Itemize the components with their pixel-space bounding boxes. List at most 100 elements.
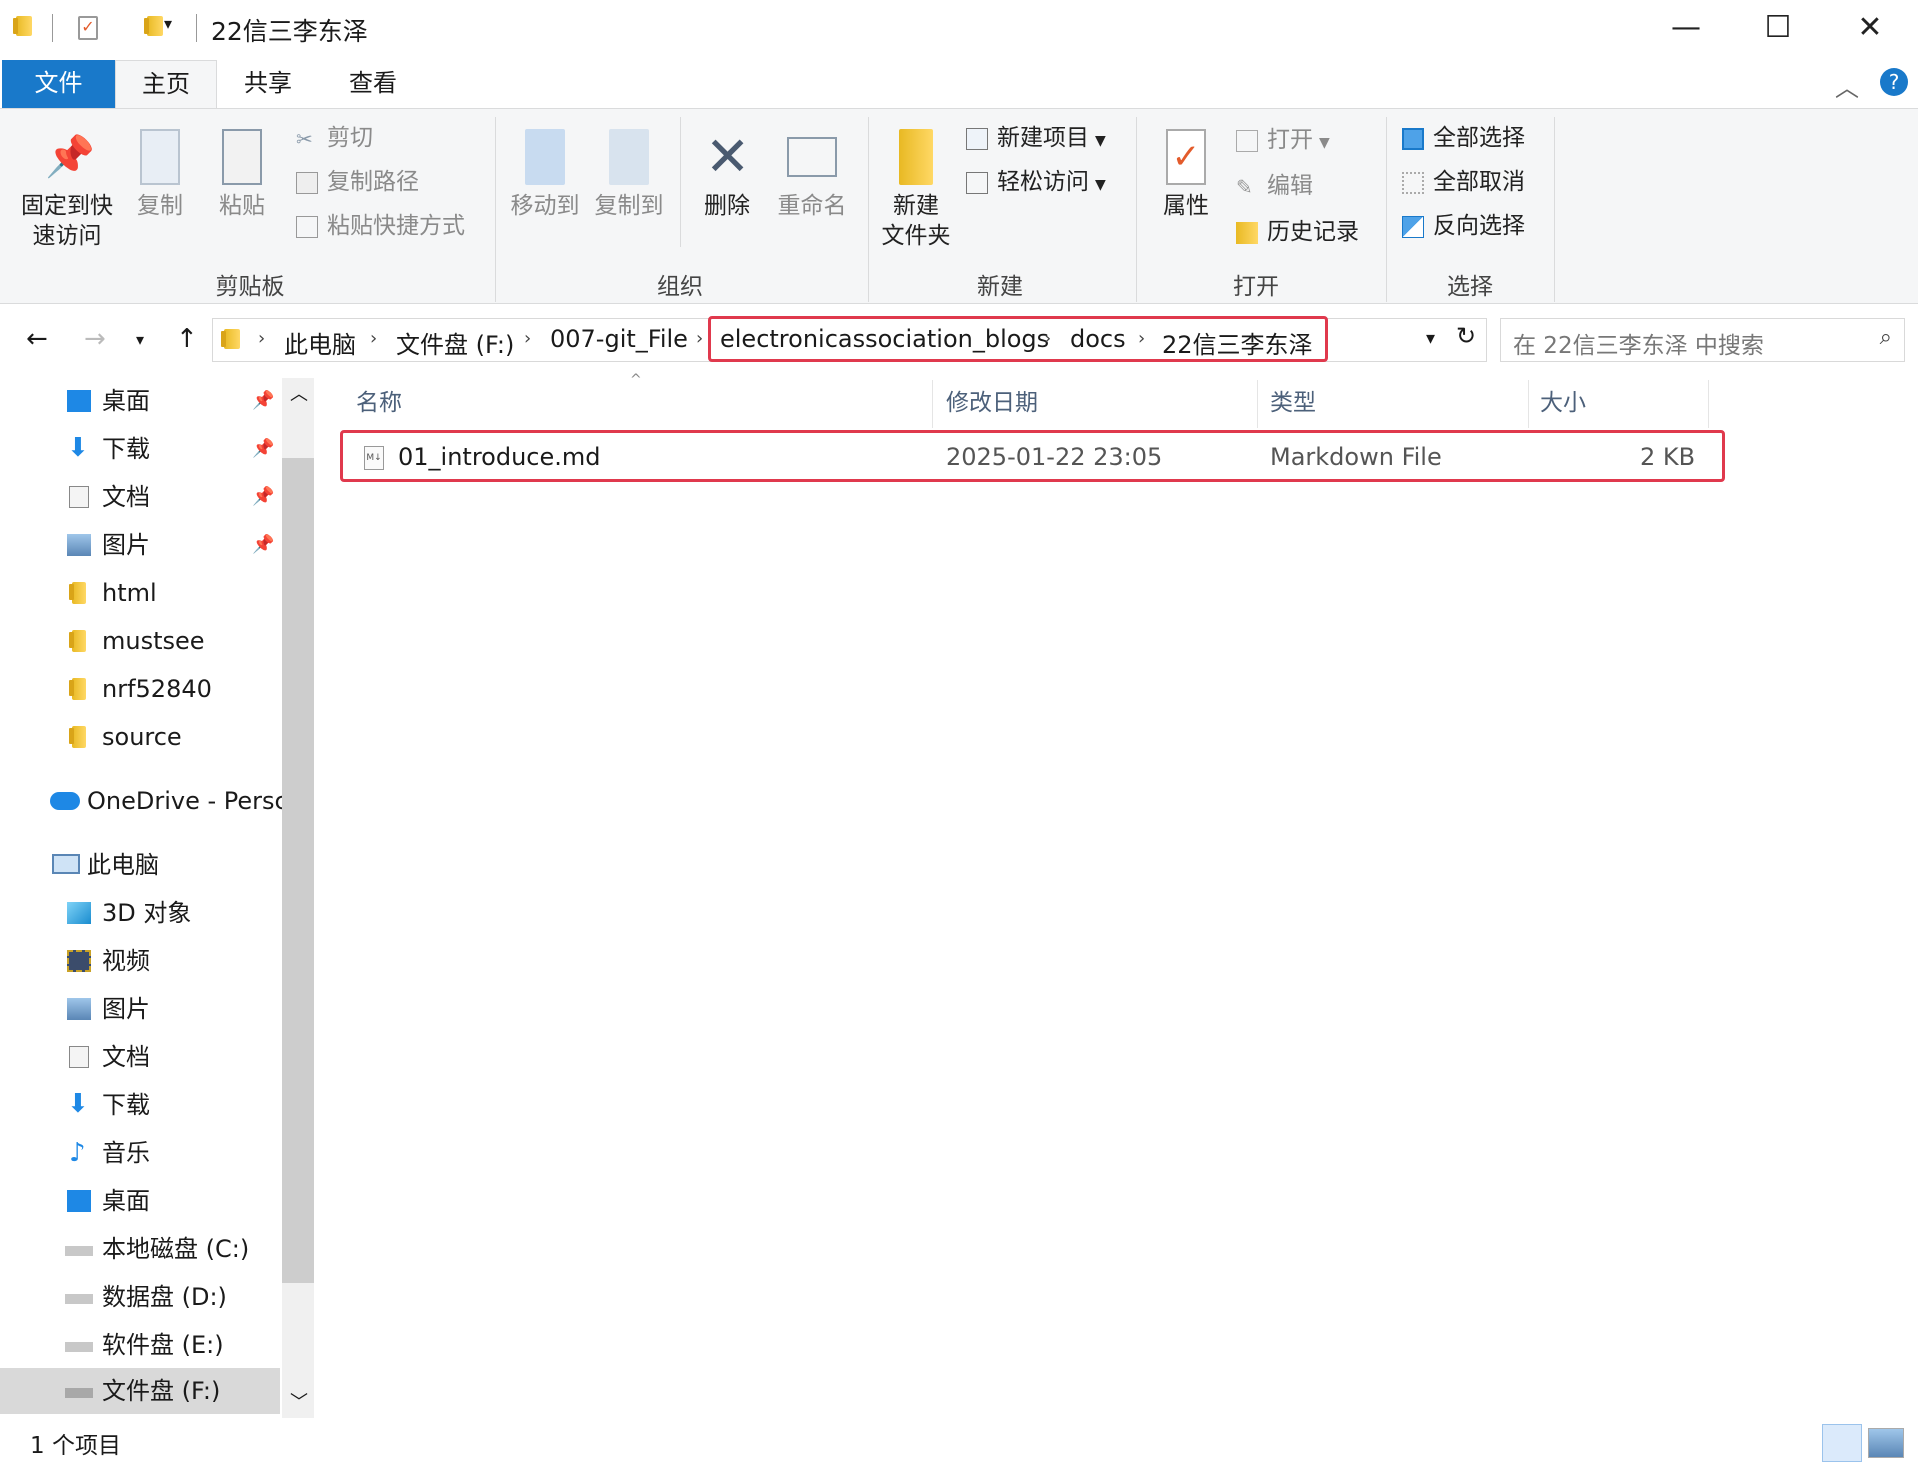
up-arrow-icon[interactable]: ↑ <box>176 324 198 354</box>
chevron-right-icon[interactable]: › <box>1138 328 1145 349</box>
pin-icon[interactable]: 📌 <box>252 378 274 424</box>
dropdown-arrow-icon: ▼ <box>1095 177 1106 193</box>
nav-item-this-pc[interactable]: 此电脑 <box>0 842 280 888</box>
chevron-right-icon[interactable]: › <box>370 328 377 349</box>
nav-scrollbar-thumb[interactable] <box>282 458 314 1283</box>
nav-item-mustsee[interactable]: mustsee <box>0 618 280 664</box>
help-icon[interactable]: ? <box>1880 68 1908 96</box>
nav-item-music[interactable]: ♪ 音乐 <box>0 1130 280 1176</box>
copy-path-button[interactable]: 复制路径 <box>296 165 419 199</box>
new-folder-button[interactable]: 新建 文件夹 <box>876 129 956 251</box>
column-divider[interactable] <box>1708 380 1709 428</box>
refresh-icon[interactable]: ↻ <box>1456 322 1476 350</box>
copy-to-label: 复制到 <box>594 193 664 219</box>
folder-icon <box>221 329 240 349</box>
nav-item-desktop[interactable]: 桌面 📌 <box>0 378 280 424</box>
open-button[interactable]: 打开 ▼ <box>1236 123 1330 157</box>
column-header-date[interactable]: 修改日期 <box>946 380 1038 428</box>
column-divider[interactable] <box>1257 380 1258 428</box>
maximize-button[interactable]: ☐ <box>1732 0 1824 58</box>
recent-locations-chevron-icon[interactable]: ▾ <box>136 330 144 349</box>
nav-item-html[interactable]: html <box>0 570 280 616</box>
move-to-button[interactable]: 移动到 <box>505 129 585 221</box>
tab-file[interactable]: 文件 <box>2 60 115 108</box>
nav-item-pictures[interactable]: 图片 📌 <box>0 522 280 568</box>
nav-item-downloads-pc[interactable]: ⬇ 下载 <box>0 1082 280 1128</box>
tab-home[interactable]: 主页 <box>115 60 217 108</box>
edit-button[interactable]: ✎ 编辑 <box>1236 169 1313 203</box>
minimize-button[interactable]: — <box>1640 0 1732 58</box>
tab-share[interactable]: 共享 <box>228 60 308 108</box>
chevron-right-icon[interactable]: › <box>1044 328 1051 349</box>
customize-toolbar-icon[interactable]: ▾ <box>164 14 172 33</box>
nav-item-drive-e[interactable]: 软件盘 (E:) <box>0 1322 280 1368</box>
new-folder-quick-icon[interactable] <box>144 16 164 36</box>
large-icons-view-icon[interactable] <box>1868 1428 1904 1458</box>
nav-item-onedrive[interactable]: OneDrive - Persc <box>0 778 288 824</box>
chevron-right-icon[interactable]: › <box>258 328 265 349</box>
breadcrumb-blogs[interactable]: electronicassociation_blogs <box>720 325 1049 353</box>
column-divider[interactable] <box>932 380 933 428</box>
search-input[interactable]: 在 22信三李东泽 中搜索 ⌕ <box>1500 318 1905 362</box>
nav-item-downloads[interactable]: ⬇ 下载 📌 <box>0 426 280 472</box>
collapse-ribbon-icon[interactable]: ︿ <box>1835 68 1859 103</box>
column-header-size[interactable]: 大小 <box>1540 380 1586 428</box>
properties-button[interactable]: ✓ 属性 <box>1146 129 1226 221</box>
file-name[interactable]: 01_introduce.md <box>398 443 601 471</box>
music-note-icon: ♪ <box>69 1138 86 1168</box>
invert-selection-button[interactable]: 反向选择 <box>1402 209 1525 243</box>
nav-item-pictures-pc[interactable]: 图片 <box>0 986 280 1032</box>
properties-quick-icon[interactable]: ✓ <box>78 16 98 40</box>
copy-label: 复制 <box>137 193 183 219</box>
nav-label: 视频 <box>102 947 150 975</box>
nav-item-drive-d[interactable]: 数据盘 (D:) <box>0 1274 280 1320</box>
column-divider[interactable] <box>1528 380 1529 428</box>
nav-item-drive-f[interactable]: 文件盘 (F:) <box>0 1368 280 1414</box>
rename-button[interactable]: 重命名 <box>770 129 854 221</box>
pin-quick-access-button[interactable]: 📌 固定到快 速访问 <box>12 129 122 251</box>
paste-button[interactable]: 粘贴 <box>210 129 274 221</box>
download-arrow-icon: ⬇ <box>67 1089 89 1119</box>
select-all-button[interactable]: 全部选择 <box>1402 121 1525 155</box>
nav-item-nrf52840[interactable]: nrf52840 <box>0 666 280 712</box>
column-header-name[interactable]: 名称 <box>356 380 402 428</box>
address-dropdown-icon[interactable]: ▾ <box>1426 328 1435 349</box>
delete-button[interactable]: ✕ 删除 <box>690 129 764 221</box>
copy-button[interactable]: 复制 <box>128 129 192 221</box>
breadcrumb-this-pc[interactable]: 此电脑 <box>284 325 356 360</box>
nav-item-source[interactable]: source <box>0 714 280 760</box>
tab-view[interactable]: 查看 <box>333 60 413 108</box>
nav-item-documents-pc[interactable]: 文档 <box>0 1034 280 1080</box>
scroll-down-icon[interactable]: ﹀ <box>290 1388 308 1414</box>
chevron-right-icon[interactable]: › <box>696 328 703 349</box>
nav-item-documents[interactable]: 文档 📌 <box>0 474 280 520</box>
forward-arrow-icon[interactable]: → <box>84 324 106 354</box>
history-button[interactable]: 历史记录 <box>1236 215 1359 249</box>
breadcrumb-docs[interactable]: docs <box>1070 325 1126 353</box>
chevron-right-icon[interactable]: › <box>524 328 531 349</box>
pin-icon[interactable]: 📌 <box>252 426 274 472</box>
scroll-up-icon[interactable]: ︿ <box>290 380 308 406</box>
nav-item-3d-objects[interactable]: 3D 对象 <box>0 890 280 936</box>
column-header-type[interactable]: 类型 <box>1270 380 1316 428</box>
nav-item-desktop-pc[interactable]: 桌面 <box>0 1178 280 1224</box>
breadcrumb-drive-f[interactable]: 文件盘 (F:) <box>396 325 514 360</box>
drive-icon <box>65 1388 93 1398</box>
nav-item-drive-c[interactable]: 本地磁盘 (C:) <box>0 1226 280 1272</box>
details-view-icon[interactable] <box>1822 1424 1862 1462</box>
copy-to-button[interactable]: 复制到 <box>589 129 669 221</box>
cut-button[interactable]: ✂ 剪切 <box>296 121 373 155</box>
breadcrumb-current-folder[interactable]: 22信三李东泽 <box>1162 325 1313 360</box>
close-button[interactable]: ✕ <box>1824 0 1916 58</box>
back-arrow-icon[interactable]: ← <box>26 324 48 354</box>
nav-item-videos[interactable]: 视频 <box>0 938 280 984</box>
easy-access-button[interactable]: 轻松访问 ▼ <box>966 165 1106 199</box>
new-item-button[interactable]: 新建项目 ▼ <box>966 121 1106 155</box>
paste-shortcut-button[interactable]: 粘贴快捷方式 <box>296 209 465 243</box>
ribbon-tabs: 文件 主页 共享 查看 ︿ ? <box>0 58 1918 108</box>
breadcrumb-git-file[interactable]: 007-git_File <box>550 325 688 353</box>
pin-icon[interactable]: 📌 <box>252 522 274 568</box>
select-none-button[interactable]: 全部取消 <box>1402 165 1525 199</box>
group-label-open: 打开 <box>1233 274 1279 300</box>
pin-icon[interactable]: 📌 <box>252 474 274 520</box>
